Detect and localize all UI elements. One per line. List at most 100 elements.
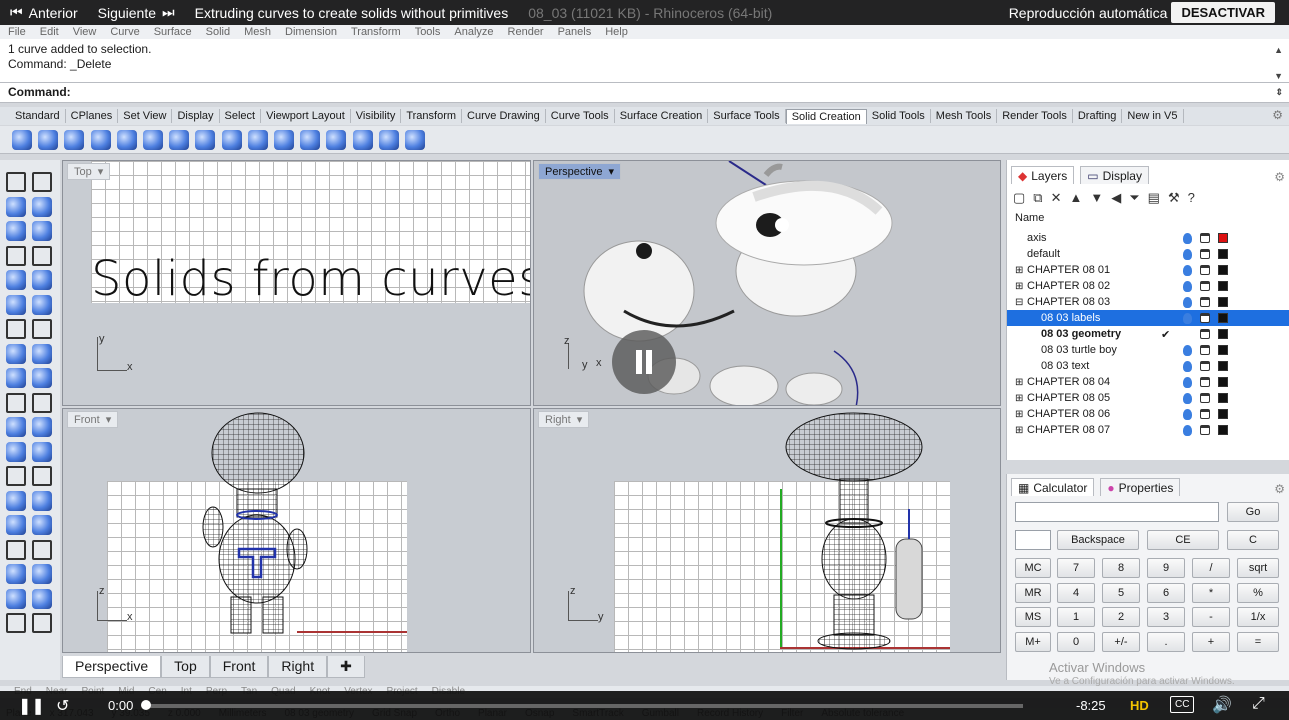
ellipsoid-icon[interactable] <box>116 130 137 150</box>
lock-icon[interactable] <box>1200 329 1210 339</box>
viewport-tab-front[interactable]: Front <box>209 656 269 678</box>
delete-icon[interactable]: ✕ <box>1051 190 1062 206</box>
viewport-label-perspective[interactable]: Perspective ▾ <box>538 163 622 180</box>
tab-properties[interactable]: ● Properties <box>1100 478 1181 496</box>
lock-icon[interactable] <box>1200 409 1210 419</box>
calc-key[interactable]: 1 <box>1057 607 1095 627</box>
lock-icon[interactable] <box>1200 249 1210 259</box>
move-to-parent-icon[interactable]: ◀ <box>1111 190 1121 206</box>
toolbar-tab-transform[interactable]: Transform <box>401 109 463 123</box>
layer-color-swatch[interactable] <box>1218 265 1228 275</box>
lock-icon[interactable] <box>1200 361 1210 371</box>
viewport-tab-top[interactable]: Top <box>161 656 210 678</box>
menu-item-transform[interactable]: Transform <box>351 26 401 38</box>
expand-icon[interactable]: ⊞ <box>1015 425 1023 436</box>
visibility-bulb-icon[interactable] <box>1183 312 1192 324</box>
lock-icon[interactable] <box>1200 233 1210 243</box>
add-viewport-tab-button[interactable]: ✚ <box>327 656 365 678</box>
rewind-10-icon[interactable]: ↺ <box>56 696 69 716</box>
cylinder-icon[interactable] <box>38 130 59 150</box>
menu-item-edit[interactable]: Edit <box>40 26 59 38</box>
scroll-down-icon[interactable]: ▼ <box>1274 69 1283 84</box>
calc-key[interactable]: 9 <box>1147 558 1185 578</box>
trim-icon[interactable] <box>6 392 26 413</box>
boolean-icon[interactable] <box>32 319 52 339</box>
viewport-label-front[interactable]: Front ▾ <box>67 411 119 428</box>
toolbar-tab-render-tools[interactable]: Render Tools <box>997 109 1073 123</box>
offset-icon[interactable] <box>32 441 52 462</box>
point-edit-icon[interactable] <box>32 417 52 437</box>
material-icon[interactable] <box>32 613 52 633</box>
select-icon[interactable] <box>6 172 26 192</box>
expand-icon[interactable]: ⊟ <box>1015 297 1023 308</box>
chevron-down-icon[interactable]: ▾ <box>608 165 614 178</box>
move-icon[interactable] <box>6 466 26 486</box>
toolbar-tab-solid-creation[interactable]: Solid Creation <box>785 108 867 124</box>
move-down-icon[interactable]: ▼ <box>1090 190 1103 206</box>
menu-item-panels[interactable]: Panels <box>558 26 592 38</box>
viewport-top[interactable]: Top ▾ Solids from curves y x <box>62 160 531 406</box>
ellipse-icon[interactable] <box>6 245 26 266</box>
copy-icon[interactable] <box>6 490 26 511</box>
calc-key[interactable]: 4 <box>1057 582 1095 603</box>
visibility-bulb-icon[interactable] <box>1183 280 1192 292</box>
previous-video-button[interactable]: ⏮ Anterior <box>0 0 88 25</box>
array-icon[interactable] <box>6 539 26 560</box>
toolbar-tab-display[interactable]: Display <box>172 109 220 123</box>
layer-row[interactable]: default <box>1007 246 1289 262</box>
layer-color-swatch[interactable] <box>1218 297 1228 307</box>
visibility-bulb-icon[interactable] <box>1183 376 1192 388</box>
calc-key[interactable]: 1/x <box>1237 607 1279 627</box>
toolbar-tab-viewport-layout[interactable]: Viewport Layout <box>261 109 351 123</box>
sphere-icon[interactable] <box>64 130 85 150</box>
layer-row[interactable]: ⊞ CHAPTER 08 05 <box>1007 390 1289 406</box>
pause-icon[interactable]: ❚❚ <box>18 696 45 716</box>
calc-key[interactable]: % <box>1237 582 1279 603</box>
layer-color-swatch[interactable] <box>1218 313 1228 323</box>
join-icon[interactable] <box>32 368 52 388</box>
rectangle-icon[interactable] <box>32 245 52 266</box>
pipe-variable-icon[interactable] <box>352 130 373 150</box>
toolbar-tab-surface-creation[interactable]: Surface Creation <box>615 109 709 123</box>
chevron-down-icon[interactable]: ▾ <box>106 413 112 426</box>
backspace-button[interactable]: Backspace <box>1057 530 1139 550</box>
calc-key[interactable]: . <box>1147 631 1185 652</box>
viewport-label-top[interactable]: Top ▾ <box>67 163 111 180</box>
toolbar-tab-set-view[interactable]: Set View <box>118 109 173 123</box>
fillet-icon[interactable] <box>6 441 26 462</box>
menu-item-help[interactable]: Help <box>605 26 628 38</box>
layer-row[interactable]: 08 03 turtle boy <box>1007 342 1289 358</box>
lock-icon[interactable] <box>1200 393 1210 403</box>
lock-icon[interactable] <box>1200 297 1210 307</box>
lock-icon[interactable] <box>1200 313 1210 323</box>
mirror-icon[interactable] <box>32 515 52 535</box>
explode-icon[interactable] <box>6 368 26 388</box>
hd-button[interactable]: HD <box>1130 698 1149 713</box>
visibility-bulb-icon[interactable] <box>1183 360 1192 372</box>
help-icon[interactable]: ? <box>1188 190 1195 206</box>
sphere-3pt-icon[interactable] <box>90 130 111 150</box>
extrude-curve-icon[interactable] <box>405 130 425 150</box>
menu-item-solid[interactable]: Solid <box>206 26 230 38</box>
calc-key[interactable]: 3 <box>1147 607 1185 627</box>
viewport-tab-perspective[interactable]: Perspective <box>62 656 162 678</box>
tab-layers[interactable]: ◆ Layers <box>1011 166 1075 184</box>
volume-icon[interactable]: 🔊 <box>1212 695 1232 715</box>
calculator-display-input[interactable] <box>1015 502 1219 522</box>
clear-button[interactable]: C <box>1227 530 1279 550</box>
layer-row[interactable]: axis <box>1007 230 1289 246</box>
truncated-cone-icon[interactable] <box>195 130 216 150</box>
fillet-curve-icon[interactable] <box>32 270 52 290</box>
new-sublayer-icon[interactable]: ⧉ <box>1033 190 1042 206</box>
pyramid-icon[interactable] <box>221 130 242 150</box>
layer-color-swatch[interactable] <box>1218 249 1228 259</box>
progress-handle[interactable] <box>141 700 151 710</box>
toolbar-tab-curve-drawing[interactable]: Curve Drawing <box>462 109 546 123</box>
toolbar-tab-cplanes[interactable]: CPlanes <box>66 109 119 123</box>
lock-icon[interactable] <box>1200 281 1210 291</box>
scale-icon[interactable] <box>6 515 26 535</box>
calc-key[interactable]: +/- <box>1102 631 1140 652</box>
check-icon[interactable] <box>32 588 52 609</box>
cc-button[interactable]: CC <box>1170 696 1195 713</box>
calc-key[interactable]: = <box>1237 631 1279 652</box>
